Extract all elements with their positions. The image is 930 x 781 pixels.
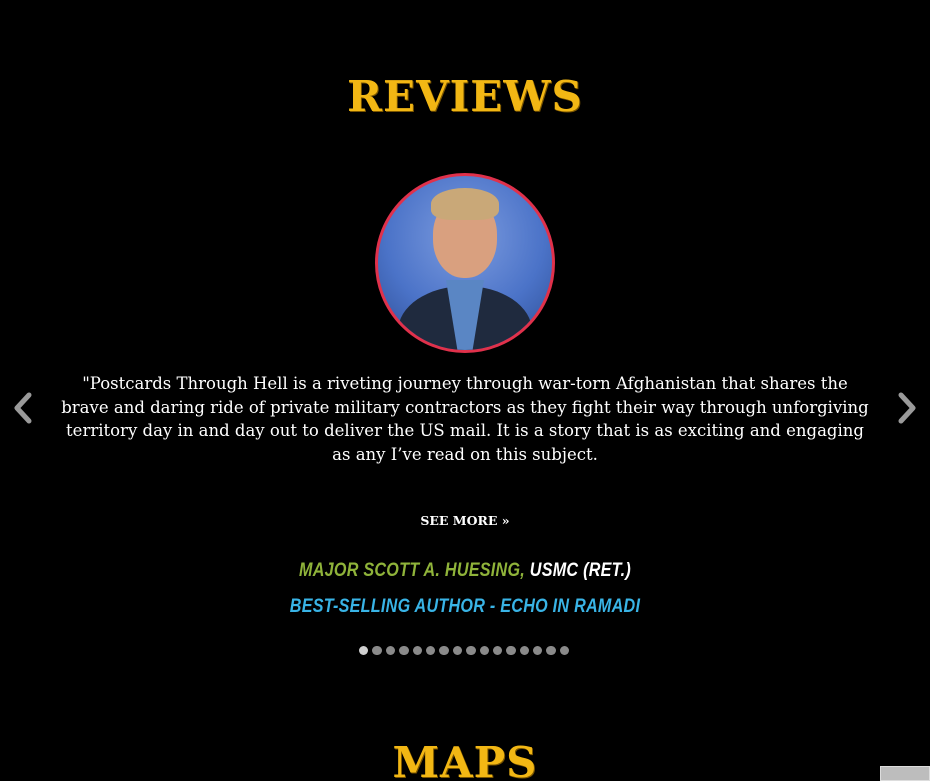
carousel-dot[interactable] (533, 646, 543, 656)
carousel-dot[interactable] (492, 646, 503, 656)
carousel-dot[interactable] (559, 646, 570, 656)
reviewer-title: BEST-SELLING AUTHOR - ECHO IN RAMADI (289, 596, 641, 617)
carousel-dot[interactable] (359, 646, 369, 656)
carousel-dot[interactable] (546, 646, 556, 656)
carousel-pagination (359, 646, 570, 656)
carousel-dot[interactable] (479, 646, 489, 656)
carousel-dot[interactable] (466, 646, 476, 656)
carousel-dot[interactable] (519, 646, 530, 656)
scroll-to-top-tab[interactable] (880, 766, 930, 781)
carousel-dot[interactable] (385, 646, 396, 656)
carousel-dot[interactable] (506, 646, 516, 656)
carousel-dot[interactable] (452, 646, 463, 656)
carousel-dot[interactable] (439, 646, 449, 656)
reviews-heading: REVIEWS (347, 72, 583, 121)
see-more-link[interactable]: SEE MORE » (0, 513, 930, 528)
reviewer-rank: USMC (RET.) (525, 560, 631, 581)
carousel-dot[interactable] (399, 646, 409, 656)
review-quote: "Postcards Through Hell is a riveting jo… (61, 374, 869, 464)
carousel-dot[interactable] (425, 646, 436, 656)
carousel-prev-chevron-left-icon[interactable] (11, 391, 35, 425)
carousel-dot[interactable] (372, 646, 382, 656)
reviewer-name: MAJOR SCOTT A. HUESING, (299, 560, 526, 581)
carousel-next-chevron-right-icon[interactable] (895, 391, 919, 425)
reviewer-avatar (375, 173, 555, 353)
maps-heading: MAPS (392, 738, 538, 781)
reviewer-name-line: MAJOR SCOTT A. HUESING, USMC (RET.) (70, 560, 861, 582)
carousel-dot[interactable] (412, 646, 422, 656)
